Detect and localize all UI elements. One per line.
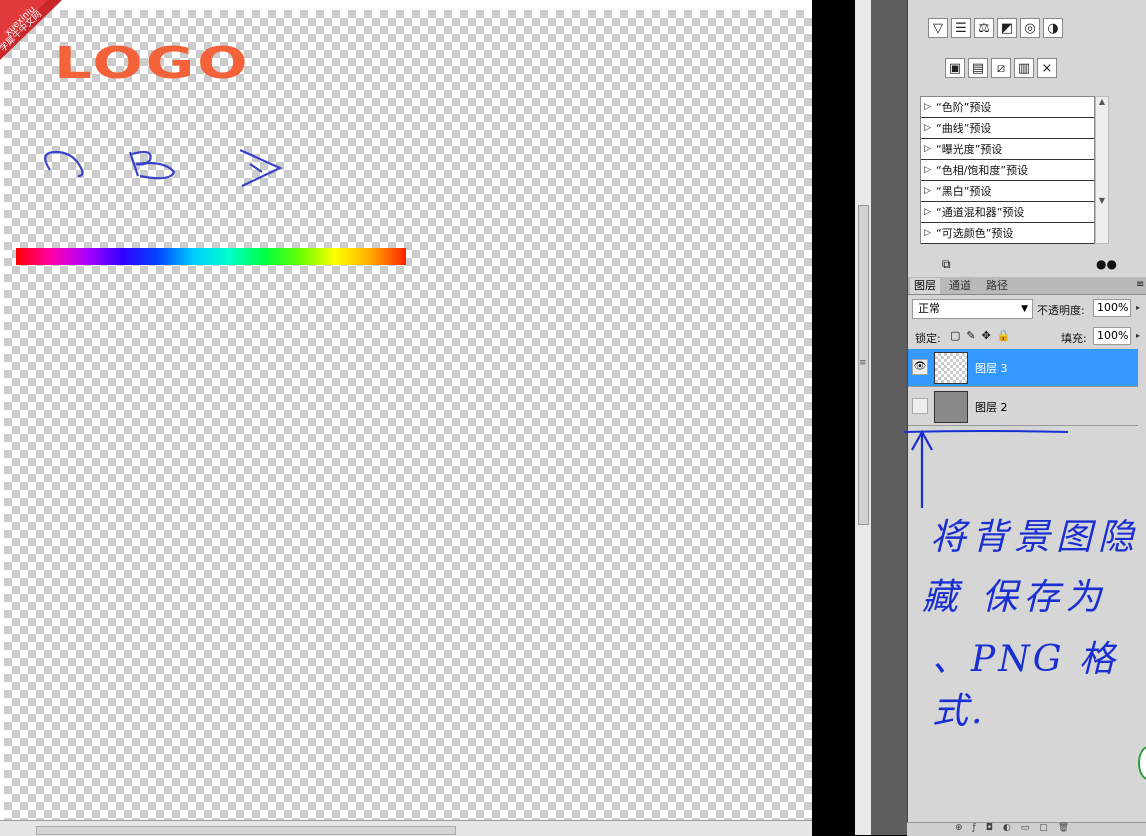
layer-thumbnail <box>934 352 968 384</box>
expand-triangle-icon: ▷ <box>924 102 931 112</box>
canvas-top-edge <box>0 0 812 10</box>
color-balance-icon[interactable]: ⚖ <box>974 18 994 38</box>
opacity-label: 不透明度: <box>1037 304 1085 317</box>
adjustment-icons-row-1: ▽ ☰ ⚖ ◩ ◎ ◑ <box>928 18 1063 38</box>
lock-icons[interactable]: ▢✎✥🔒 <box>950 329 1017 342</box>
annotation-line-1: 将背景图隐 <box>930 517 1141 558</box>
channel-mixer-icon[interactable]: ◑ <box>1043 18 1063 38</box>
logo-text: LOGO <box>54 38 251 89</box>
layer-name: 图层 2 <box>975 401 1008 414</box>
preset-item[interactable]: ▷ “色阶”预设 <box>921 97 1094 118</box>
blend-mode-value: 正常 <box>918 302 940 315</box>
handwritten-letters <box>44 148 283 187</box>
horizontal-scrollbar[interactable] <box>36 826 456 835</box>
annotation-line-3: 、PNG 格式. <box>932 639 1118 732</box>
presets-scrollbar[interactable]: ▲ ▼ <box>1095 96 1109 244</box>
expand-triangle-icon: ▷ <box>924 144 931 154</box>
posterize-icon[interactable]: ▤ <box>968 58 988 78</box>
layer-name: 图层 3 <box>975 362 1008 375</box>
preset-label: “色阶”预设 <box>936 101 992 114</box>
levels-icon[interactable]: ☰ <box>951 18 971 38</box>
letter-a-stroke <box>239 148 283 187</box>
threshold-icon[interactable]: ⧄ <box>991 58 1011 78</box>
letter-c-stroke <box>44 150 84 178</box>
layer-thumbnail <box>934 391 968 423</box>
preset-label: “曝光度”预设 <box>936 143 1003 156</box>
preset-label: “色相/饱和度”预设 <box>936 164 1029 177</box>
opacity-input[interactable]: 100% <box>1093 299 1131 317</box>
eye-icon[interactable]: 👁 <box>912 359 928 375</box>
black-white-icon[interactable]: ◩ <box>997 18 1017 38</box>
layers-panel-tabbar <box>908 277 1146 295</box>
panel-dock-gap <box>871 0 907 835</box>
opacity-slider-arrow-icon[interactable]: ▸ <box>1136 299 1144 317</box>
annotation-line-2: 藏 保存为 <box>922 577 1108 618</box>
letter-b-stroke <box>128 150 176 180</box>
preset-item[interactable]: ▷ “曝光度”预设 <box>921 139 1094 160</box>
tab-paths[interactable]: 路径 <box>982 278 1012 294</box>
preset-label: “通道混和器”预设 <box>936 206 1025 219</box>
preset-item[interactable]: ▷ “通道混和器”预设 <box>921 202 1094 223</box>
preset-item[interactable]: ▷ “可选颜色”预设 <box>921 223 1094 244</box>
fill-input[interactable]: 100% <box>1093 327 1131 345</box>
fill-slider-arrow-icon[interactable]: ▸ <box>1136 327 1144 345</box>
preset-item[interactable]: ▷ “黑白”预设 <box>921 181 1094 202</box>
invert-icon[interactable]: ▣ <box>945 58 965 78</box>
scrollbar-grip-icon: ≡ <box>859 358 867 368</box>
blend-mode-select[interactable]: 正常 ▼ <box>912 299 1033 319</box>
annotation-underline <box>903 430 1069 433</box>
expand-triangle-icon: ▷ <box>924 186 931 196</box>
lock-label: 锁定: <box>915 332 941 345</box>
return-to-list-icon[interactable]: ⧉ <box>942 257 951 272</box>
clip-layer-icon[interactable]: ●● <box>1096 257 1117 271</box>
preset-item[interactable]: ▷ “曲线”预设 <box>921 118 1094 139</box>
expand-triangle-icon: ▷ <box>924 228 931 238</box>
preset-label: “黑白”预设 <box>936 185 992 198</box>
panel-menu-icon[interactable]: ≡ <box>1136 279 1144 290</box>
layer-footer-icons[interactable]: ⊕ƒ◘◐▭▢🗑 <box>955 823 1079 833</box>
layer-row-selected[interactable]: 👁 图层 3 <box>908 349 1138 387</box>
vibrance-icon[interactable]: ▽ <box>928 18 948 38</box>
adjustment-presets-list: ▷ “色阶”预设 ▷ “曲线”预设 ▷ “曝光度”预设 ▷ “色相/饱和度”预设 ▷ “黑… <box>920 96 1095 244</box>
document-canvas[interactable] <box>4 10 812 820</box>
expand-triangle-icon: ▷ <box>924 207 931 217</box>
preset-label: “曲线”预设 <box>936 122 992 135</box>
tab-channels[interactable]: 通道 <box>945 278 975 294</box>
expand-triangle-icon: ▷ <box>924 165 931 175</box>
photo-filter-icon[interactable]: ◎ <box>1020 18 1040 38</box>
visibility-toggle-empty[interactable] <box>912 398 928 414</box>
preset-label: “可选颜色”预设 <box>936 227 1014 240</box>
rainbow-gradient-bar <box>16 248 406 265</box>
fill-label: 填充: <box>1061 332 1087 345</box>
gradient-map-icon[interactable]: ▥ <box>1014 58 1034 78</box>
expand-triangle-icon: ▷ <box>924 123 931 133</box>
selective-color-icon[interactable]: ⨯ <box>1037 58 1057 78</box>
adjustment-icons-row-2: ▣ ▤ ⧄ ▥ ⨯ <box>945 58 1057 78</box>
chevron-down-icon: ▼ <box>1021 304 1028 314</box>
preset-item[interactable]: ▷ “色相/饱和度”预设 <box>921 160 1094 181</box>
tab-layers[interactable]: 图层 <box>910 278 940 294</box>
